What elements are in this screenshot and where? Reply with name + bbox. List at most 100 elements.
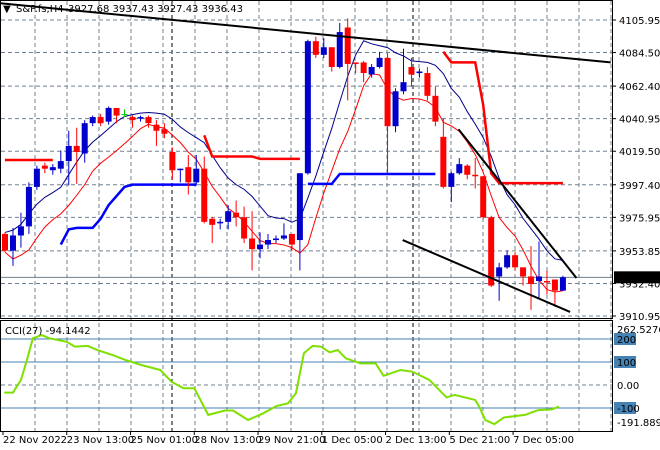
time-label: 28 Nov 13:00 [194, 435, 261, 446]
candle-body [376, 57, 383, 67]
candle-body [265, 240, 272, 245]
candle [304, 39, 311, 175]
candle [288, 233, 295, 251]
candle-body [113, 107, 120, 116]
candle-body [344, 27, 351, 64]
candle [49, 164, 56, 175]
collapse-triangle-icon[interactable]: ▼ [3, 4, 11, 15]
candle [535, 241, 542, 300]
price-tick-label: 4040.95 [619, 115, 660, 126]
candle-body [209, 218, 216, 225]
candle-body [233, 212, 240, 218]
candle-body [352, 62, 359, 64]
price-tick-label: 3953.85 [619, 247, 660, 258]
candle [512, 252, 519, 271]
candle-body [312, 41, 319, 55]
candle-body [528, 276, 535, 285]
candle [89, 115, 96, 127]
candle [520, 267, 527, 286]
symbol-label: S&P.fs,H4 [16, 4, 64, 15]
candle [352, 62, 359, 74]
candle-body [201, 168, 208, 222]
candle-body [448, 173, 455, 187]
candle [376, 51, 383, 69]
candle [408, 57, 415, 87]
candle [296, 173, 303, 271]
candle [272, 235, 279, 244]
ohlc-readout: 3927.68 3937.43 3927.43 3936.43 [68, 4, 243, 15]
candle [137, 115, 144, 122]
candle [257, 232, 264, 259]
time-label: 5 Dec 21:00 [449, 435, 510, 446]
price-chart[interactable]: 4105.95 4084.50 4062.40 4040.95 4019.50 3997.… [0, 0, 660, 450]
time-label: 2 Dec 13:00 [386, 435, 447, 446]
candle-body [456, 164, 463, 174]
candle [559, 275, 566, 291]
candle-body [145, 117, 152, 124]
candle-body [121, 114, 128, 116]
candle-body [9, 235, 16, 251]
candle-body [280, 235, 287, 239]
candle [33, 165, 40, 190]
candle-body [320, 47, 327, 55]
candle [320, 38, 327, 58]
red-step-line [203, 134, 300, 161]
candle-body [241, 217, 248, 239]
candle-body [2, 233, 8, 251]
candle [312, 36, 319, 58]
candle [25, 182, 32, 234]
candle-body [432, 95, 439, 122]
candle [241, 206, 248, 244]
candle [17, 212, 24, 248]
candle-body [384, 57, 391, 127]
candle [416, 68, 423, 78]
candle-body [400, 82, 407, 92]
candle [153, 120, 160, 146]
candle-body [97, 117, 104, 124]
candle-body [193, 168, 200, 183]
time-axis: 22 Nov 2022 23 Nov 13:0025 Nov 01:0028 No… [2, 431, 574, 446]
indicators [4, 40, 563, 293]
price-tick-label: 4084.50 [619, 49, 660, 60]
candle [2, 232, 8, 253]
candle-body [551, 279, 558, 291]
ma-low-line [4, 73, 563, 293]
candle [169, 147, 176, 180]
price-tick-label: 3975.95 [619, 213, 660, 224]
candle [81, 120, 88, 163]
price-tick-label: 3997.40 [619, 181, 660, 192]
candle [57, 150, 64, 174]
candle-body [304, 41, 311, 174]
candle-body [105, 107, 112, 122]
candle-body [25, 186, 32, 227]
blue-step-line [59, 183, 197, 246]
cci-level-label: 100 [617, 358, 636, 369]
price-tick-label: 4105.95 [619, 16, 660, 27]
time-label: 23 Nov 13:00 [67, 435, 134, 446]
candle-body [559, 277, 566, 291]
candle-body [440, 136, 447, 187]
candle [233, 200, 240, 227]
candle-body [49, 167, 56, 171]
candle-body [535, 276, 542, 282]
price-tick-label: 4019.50 [619, 147, 660, 158]
candle-body [81, 123, 88, 154]
cci-min-label: -191.8891 [617, 418, 660, 429]
candle-body [185, 167, 192, 183]
candle [448, 171, 455, 203]
candle-body [488, 217, 495, 286]
candle-body [472, 174, 479, 177]
time-label: 29 Nov 21:00 [258, 435, 325, 446]
candle [464, 164, 471, 180]
candle-body [288, 233, 295, 245]
candle-body [520, 267, 527, 277]
candle-body [272, 238, 279, 241]
price-tick-label: 3910.95 [619, 312, 660, 323]
price-axis: 4105.95 4084.50 4062.40 4040.95 4019.50 3997.… [612, 16, 660, 323]
cci-level-label: -100 [617, 404, 640, 415]
candle [551, 279, 558, 307]
candle [424, 66, 431, 101]
candle [456, 158, 463, 175]
candle-body [17, 226, 24, 236]
candle [280, 223, 287, 241]
